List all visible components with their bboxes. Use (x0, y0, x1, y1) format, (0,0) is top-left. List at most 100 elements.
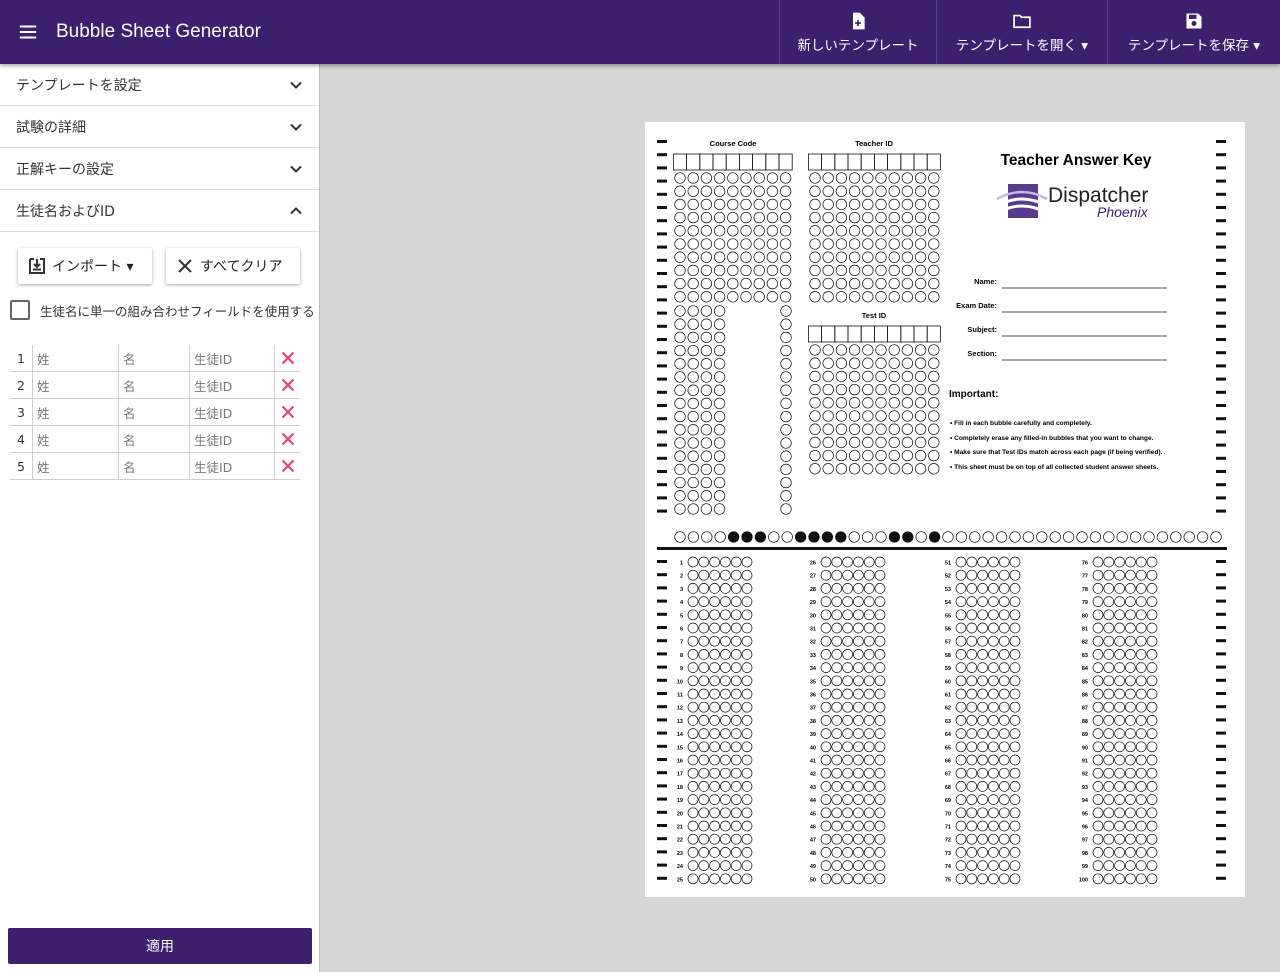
sheet-title: Teacher Answer Key (1001, 152, 1152, 169)
question-number: 5 (680, 613, 683, 619)
app-title: Bubble Sheet Generator (56, 21, 261, 42)
question-number: 18 (677, 785, 683, 791)
first-name-input[interactable]: 名 (118, 345, 189, 371)
question-number: 48 (810, 851, 816, 857)
name-label: Name: (974, 277, 997, 286)
folder-icon (1013, 14, 1031, 28)
section-field-label: Section: (967, 349, 997, 358)
question-number: 4 (680, 600, 684, 606)
single-field-option: 生徒名に単一の組み合わせフィールドを使用する (0, 284, 319, 320)
question-number: 23 (677, 851, 683, 857)
last-name-input[interactable]: 姓 (32, 453, 118, 479)
question-number: 36 (810, 693, 816, 699)
section-exam-details[interactable]: 試験の詳細 (0, 106, 319, 148)
student-name-table: 1 姓 名 生徒ID 2 姓 名 生徒ID 3 姓 名 生徒ID 4 姓 名 生… (10, 345, 300, 480)
question-number: 96 (1082, 825, 1088, 831)
save-template-label: テンプレートを保存 ▾ (1127, 37, 1261, 54)
row-number: 3 (17, 404, 25, 420)
question-number: 52 (945, 574, 951, 580)
first-name-input[interactable]: 名 (118, 399, 189, 425)
student-id-input[interactable]: 生徒ID (189, 345, 274, 371)
delete-icon[interactable] (274, 426, 300, 452)
last-name-input[interactable]: 姓 (32, 345, 118, 371)
delete-icon[interactable] (274, 372, 300, 398)
question-number: 6 (680, 627, 683, 633)
question-number: 25 (677, 877, 683, 883)
logo-sub: Phoenix (1097, 204, 1149, 220)
question-number: 55 (945, 613, 951, 619)
question-number: 74 (945, 864, 952, 870)
question-number: 70 (945, 811, 951, 817)
delete-icon[interactable] (274, 345, 300, 371)
last-name-input[interactable]: 姓 (32, 426, 118, 452)
question-number: 17 (677, 772, 683, 778)
question-number: 91 (1082, 759, 1088, 765)
question-number: 28 (810, 587, 816, 593)
question-number: 53 (945, 587, 951, 593)
question-number: 15 (677, 745, 683, 751)
delete-icon[interactable] (274, 453, 300, 479)
question-number: 27 (810, 574, 816, 580)
question-number: 1 (680, 561, 683, 567)
question-number: 19 (677, 798, 683, 804)
question-number: 14 (677, 732, 684, 738)
first-name-input[interactable]: 名 (118, 372, 189, 398)
question-number: 64 (945, 732, 952, 738)
row-number: 1 (17, 350, 25, 366)
question-number: 37 (810, 706, 816, 712)
question-number: 66 (945, 759, 951, 765)
section-answer-key[interactable]: 正解キーの設定 (0, 148, 319, 190)
table-row: 4 姓 名 生徒ID (10, 426, 300, 453)
question-number: 62 (945, 706, 951, 712)
open-template-button[interactable]: テンプレートを開く ▾ (936, 0, 1107, 64)
import-label: インポート ▾ (52, 259, 134, 275)
delete-icon[interactable] (274, 399, 300, 425)
question-number: 79 (1082, 600, 1088, 606)
last-name-input[interactable]: 姓 (32, 372, 118, 398)
section-student-names[interactable]: 生徒名およびID (0, 190, 319, 232)
menu-icon[interactable] (0, 0, 56, 64)
clear-all-button[interactable]: すべてクリア (166, 248, 300, 284)
question-number: 49 (810, 864, 816, 870)
question-number: 67 (945, 772, 951, 778)
question-number: 59 (945, 666, 951, 672)
question-number: 3 (680, 587, 683, 593)
question-number: 97 (1082, 838, 1088, 844)
question-number: 80 (1082, 613, 1088, 619)
answer-grid: 1234567891011121314151617181920212223242… (677, 556, 1158, 885)
question-number: 42 (810, 772, 816, 778)
single-field-checkbox[interactable] (10, 300, 30, 320)
student-id-input[interactable]: 生徒ID (189, 426, 274, 452)
first-name-input[interactable]: 名 (118, 426, 189, 452)
first-name-input[interactable]: 名 (118, 453, 189, 479)
new-file-icon (853, 12, 865, 29)
last-name-input[interactable]: 姓 (32, 399, 118, 425)
question-number: 87 (1082, 706, 1088, 712)
note-3: • Make sure that Test IDs match across e… (950, 449, 1163, 456)
question-number: 29 (810, 600, 816, 606)
question-number: 78 (1082, 587, 1088, 593)
question-number: 63 (945, 719, 951, 725)
new-template-button[interactable]: 新しいテンプレート (779, 0, 936, 64)
question-number: 58 (945, 653, 951, 659)
chevron-up-icon (290, 206, 302, 214)
question-number: 99 (1082, 864, 1088, 870)
close-icon (178, 259, 192, 273)
exam-date-label: Exam Date: (956, 301, 997, 310)
save-template-button[interactable]: テンプレートを保存 ▾ (1107, 0, 1280, 64)
student-id-input[interactable]: 生徒ID (189, 453, 274, 479)
question-number: 72 (945, 838, 951, 844)
question-number: 86 (1082, 693, 1088, 699)
save-icon (1186, 13, 1202, 28)
student-id-input[interactable]: 生徒ID (189, 372, 274, 398)
row-number: 4 (17, 431, 25, 447)
import-button[interactable]: インポート ▾ (18, 248, 152, 284)
apply-button[interactable]: 適用 (8, 928, 312, 964)
question-number: 9 (680, 666, 683, 672)
question-number: 76 (1082, 561, 1088, 567)
question-number: 89 (1082, 732, 1088, 738)
question-number: 75 (945, 877, 951, 883)
student-id-input[interactable]: 生徒ID (189, 399, 274, 425)
section-template-settings[interactable]: テンプレートを設定 (0, 64, 319, 106)
open-template-label: テンプレートを開く ▾ (955, 37, 1089, 54)
